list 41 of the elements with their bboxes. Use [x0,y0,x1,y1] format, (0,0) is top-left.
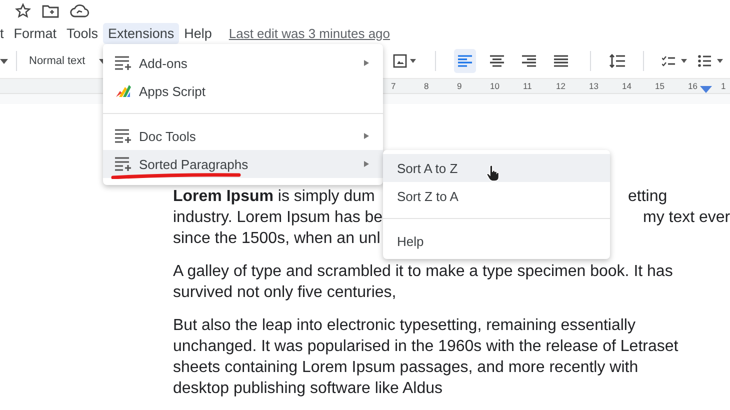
cloud-icon[interactable] [70,4,90,18]
body-text: A galley of type and scrambled it to make a type specimen book. It has [173,263,673,280]
menu-item[interactable]: Tools [62,22,104,44]
menu-item[interactable]: Help [179,22,217,44]
body-text: sheets containing Lorem Ipsum passages, and more recently with [173,359,638,376]
menu-item[interactable]: Help [383,227,610,255]
body-text: etting [628,187,668,207]
body-text: desktop publishing software like Aldus [173,380,442,397]
body-text: survived not only five centuries, [173,284,396,301]
list-plus-icon [115,129,131,143]
bulleted-list-icon[interactable] [698,55,724,67]
list-plus-icon [115,56,131,70]
menu-item[interactable]: Doc Tools [103,122,383,150]
checklist-icon[interactable] [662,55,688,67]
caret-icon[interactable] [0,58,8,64]
align-center-icon[interactable] [490,55,504,67]
last-edit-link[interactable]: Last edit was 3 minutes ago [228,26,390,40]
script-logo-icon [115,84,131,98]
folder-icon[interactable] [42,4,59,18]
image-icon[interactable] [393,54,417,68]
menu-item[interactable]: Sort A to Z [383,154,610,182]
body-text: unchanged. It was popularised in the 1960s with the release of Letraset [173,338,678,355]
star-icon[interactable] [15,3,31,19]
justify-icon[interactable] [554,55,568,67]
body-text: But also the leap into electronic typesetting, remaining essentially [173,317,636,334]
menu-item[interactable]: Format [8,22,62,44]
line-spacing-icon[interactable] [609,54,625,68]
body-text: my text ever [643,208,730,228]
body-text: Lorem Ipsum is simply dum [173,188,375,205]
hand-pointer-icon [486,165,500,182]
list-plus-icon [115,157,131,171]
menu-item[interactable]: Extensions [103,22,180,44]
align-right-icon[interactable] [522,55,536,67]
body-text: since the 1500s, when an unl [173,230,380,247]
menu-item[interactable]: Add-ons [103,49,383,77]
menu-item[interactable]: t [0,22,9,44]
align-left-icon[interactable] [458,55,472,67]
menu-item[interactable]: Sorted Paragraphs [103,150,383,178]
align-left-button[interactable] [454,49,476,73]
menu-item[interactable]: Sort Z to A [383,182,610,210]
body-text: industry. Lorem Ipsum has be [173,209,383,226]
